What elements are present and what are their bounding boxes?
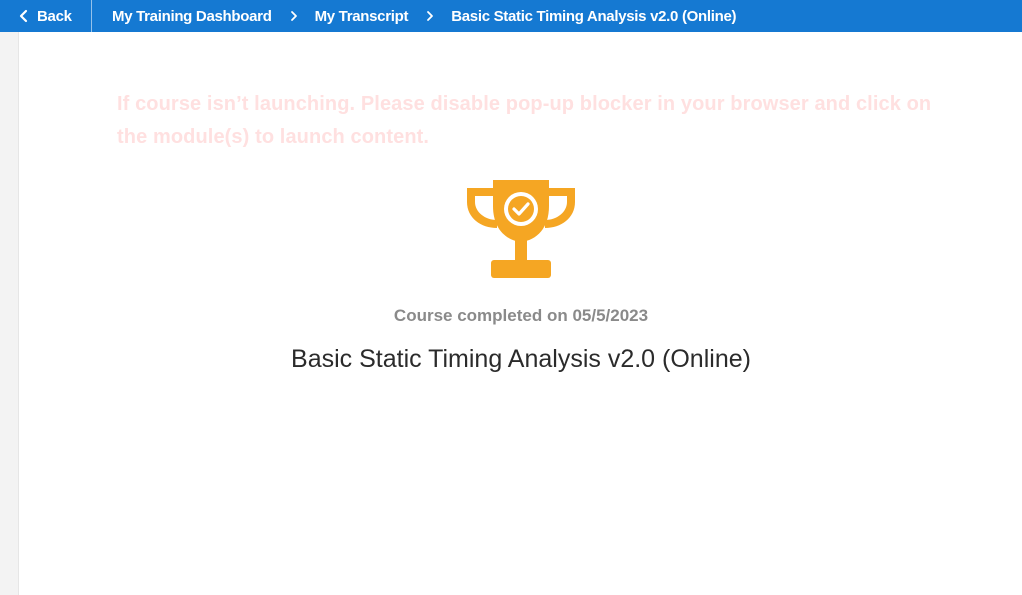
chevron-right-icon — [290, 11, 297, 21]
breadcrumb-current: Basic Static Timing Analysis v2.0 (Onlin… — [451, 7, 737, 25]
chevron-left-icon — [19, 9, 28, 23]
breadcrumb: My Training Dashboard My Transcript Basi… — [92, 0, 737, 32]
popup-blocker-notice: If course isn’t launching. Please disabl… — [117, 93, 932, 148]
back-label: Back — [37, 7, 72, 25]
top-nav-bar: Back My Training Dashboard My Transcript… — [0, 0, 1022, 32]
completion-status: Course completed on 05/5/2023 — [393, 306, 649, 325]
course-title: Basic Static Timing Analysis v2.0 (Onlin… — [291, 345, 751, 373]
breadcrumb-dashboard-link[interactable]: My Training Dashboard — [112, 8, 272, 25]
back-button[interactable]: Back — [0, 0, 92, 32]
trophy-check-icon — [467, 180, 575, 278]
breadcrumb-transcript-link[interactable]: My Transcript — [315, 8, 409, 25]
chevron-right-icon — [427, 11, 434, 21]
